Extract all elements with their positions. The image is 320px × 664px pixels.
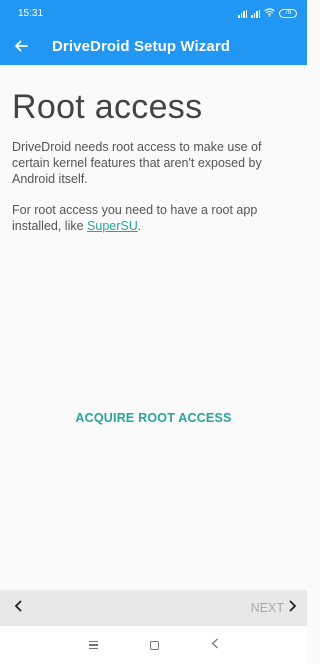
battery-icon: 78 bbox=[279, 9, 297, 18]
signal-icon bbox=[238, 9, 247, 18]
back-icon[interactable] bbox=[211, 638, 219, 652]
chevron-left-icon[interactable] bbox=[14, 599, 22, 617]
main-content: Root access DriveDroid needs root access… bbox=[12, 88, 297, 249]
arrow-left-icon[interactable] bbox=[0, 37, 40, 55]
root-app-paragraph: For root access you need to have a root … bbox=[12, 202, 297, 234]
system-nav-bar bbox=[0, 626, 307, 664]
app-title: DriveDroid Setup Wizard bbox=[52, 37, 231, 55]
status-bar: 15:31 78 bbox=[0, 0, 307, 27]
signal-icon-2 bbox=[251, 9, 260, 18]
status-icons: 78 bbox=[238, 8, 297, 19]
recent-apps-icon[interactable] bbox=[88, 641, 98, 649]
supersu-link[interactable]: SuperSU bbox=[87, 219, 138, 233]
wizard-nav-bar: NEXT bbox=[0, 590, 307, 626]
status-time: 15:31 bbox=[18, 8, 44, 19]
description-paragraph: DriveDroid needs root access to make use… bbox=[12, 140, 262, 186]
next-label: NEXT bbox=[250, 601, 284, 615]
root-app-suffix: . bbox=[137, 219, 142, 233]
home-icon[interactable] bbox=[149, 640, 159, 650]
chevron-right-icon bbox=[289, 599, 297, 617]
acquire-root-access-button[interactable]: ACQUIRE ROOT ACCESS bbox=[0, 411, 307, 425]
page-title: Root access bbox=[12, 88, 203, 126]
wifi-icon bbox=[264, 8, 275, 19]
app-bar: DriveDroid Setup Wizard bbox=[0, 27, 307, 65]
next-button[interactable]: NEXT bbox=[251, 599, 297, 617]
